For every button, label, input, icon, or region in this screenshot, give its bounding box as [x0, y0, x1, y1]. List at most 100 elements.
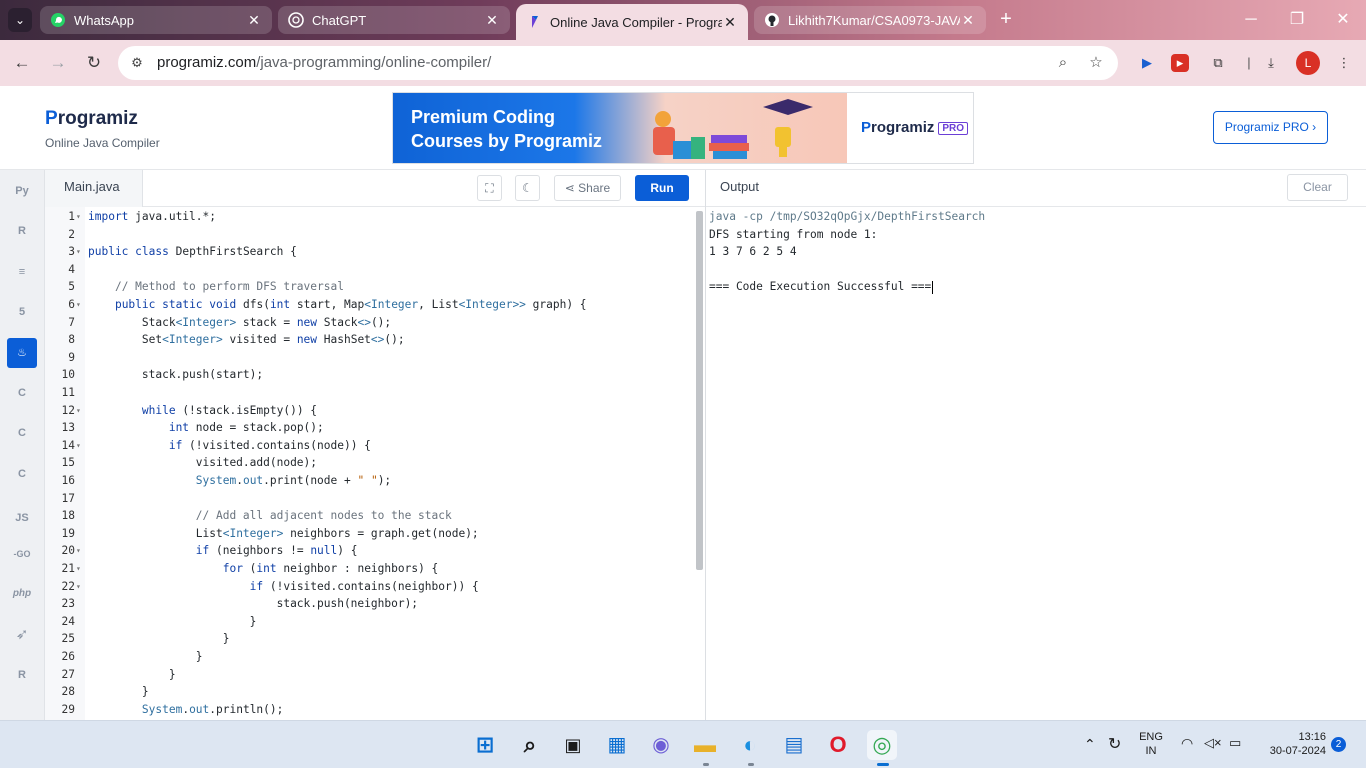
code-line[interactable]: 11 — [45, 384, 695, 402]
java-icon[interactable]: ♨ — [7, 338, 37, 368]
programiz-pro-button[interactable]: Programiz PRO › — [1213, 111, 1328, 144]
output-console[interactable]: java -cp /tmp/SO32qOpGjx/DepthFirstSearc… — [706, 207, 1366, 720]
code-line[interactable]: 25 } — [45, 630, 695, 648]
clock[interactable]: 13:16 30-07-2024 — [1256, 730, 1326, 758]
code-line[interactable]: 17 — [45, 490, 695, 508]
close-icon[interactable]: ✕ — [960, 12, 976, 29]
code-line[interactable]: 23 stack.push(neighbor); — [45, 595, 695, 613]
code-line[interactable]: 22 ▾ if (!visited.contains(neighbor)) { — [45, 578, 695, 596]
reload-icon[interactable]: ↻ — [81, 50, 107, 76]
code-line[interactable]: 28 } — [45, 683, 695, 701]
minimize-button[interactable]: ─ — [1228, 8, 1274, 32]
swift-icon[interactable]: ➶ — [7, 620, 37, 650]
c-icon[interactable]: C — [7, 378, 37, 408]
cpp-icon[interactable]: C — [7, 418, 37, 448]
search-icon[interactable]: ⌕ — [515, 730, 545, 760]
close-window-button[interactable]: ✕ — [1320, 8, 1366, 32]
share-button[interactable]: ⋖ Share — [554, 175, 621, 201]
store-icon[interactable]: ▤ — [779, 730, 809, 760]
tab-whatsapp[interactable]: WhatsApp ✕ — [40, 6, 272, 34]
code-line[interactable]: 1 ▾ import java.util.*; — [45, 208, 695, 226]
php-icon[interactable]: php — [7, 579, 37, 609]
fold-arrow-icon[interactable]: ▾ — [76, 402, 81, 420]
opera-icon[interactable]: O — [823, 730, 853, 760]
edge-icon[interactable]: ◐ — [735, 730, 765, 760]
more-menu-icon[interactable]: ⋮ — [1333, 52, 1355, 74]
url-text[interactable]: programiz.com/java-programming/online-co… — [157, 54, 491, 71]
python-icon[interactable]: Py — [7, 176, 37, 206]
sync-icon[interactable]: ↻ — [1108, 734, 1121, 754]
fold-arrow-icon[interactable]: ▾ — [76, 560, 81, 578]
code-line[interactable]: 21 ▾ for (int neighbor : neighbors) { — [45, 560, 695, 578]
tab-chatgpt[interactable]: ChatGPT ✕ — [278, 6, 510, 34]
code-line[interactable]: 20 ▾ if (neighbors != null) { — [45, 542, 695, 560]
code-line[interactable]: 27 } — [45, 666, 695, 684]
html-icon[interactable]: 5 — [7, 297, 37, 327]
zoom-icon[interactable]: ⌕ — [1053, 53, 1073, 73]
fold-arrow-icon[interactable]: ▾ — [76, 437, 81, 455]
code-line[interactable]: 24 } — [45, 613, 695, 631]
profile-avatar[interactable]: L — [1296, 51, 1320, 75]
dark-mode-icon[interactable]: ☾ — [515, 175, 540, 201]
close-icon[interactable]: ✕ — [246, 12, 262, 29]
new-tab-button[interactable]: + — [993, 8, 1019, 32]
site-info-icon[interactable]: ⚙ — [128, 54, 146, 72]
code-line[interactable]: 8 Set<Integer> visited = new HashSet<>()… — [45, 331, 695, 349]
code-line[interactable]: 16 System.out.print(node + " "); — [45, 472, 695, 490]
battery-icon[interactable]: ▭ — [1229, 735, 1241, 751]
address-bar[interactable]: ⚙ programiz.com/java-programming/online-… — [118, 46, 1118, 80]
extension-video-icon[interactable]: ▸ — [1171, 54, 1189, 72]
code-line[interactable]: 3 ▾ public class DepthFirstSearch { — [45, 243, 695, 261]
language-indicator[interactable]: ENG IN — [1136, 730, 1166, 758]
code-line[interactable]: 13 int node = stack.pop(); — [45, 419, 695, 437]
fold-arrow-icon[interactable]: ▾ — [76, 578, 81, 596]
code-line[interactable]: 12 ▾ while (!stack.isEmpty()) { — [45, 402, 695, 420]
code-line[interactable]: 6 ▾ public static void dfs(int start, Map… — [45, 296, 695, 314]
code-line[interactable]: 4 — [45, 261, 695, 279]
tray-overflow-chevron-icon[interactable]: ⌃ — [1084, 736, 1096, 753]
editor-scrollbar[interactable] — [696, 211, 703, 570]
chat-icon[interactable]: ◉ — [646, 730, 676, 760]
file-tab-main-java[interactable]: Main.java — [45, 170, 143, 207]
code-line[interactable]: 15 visited.add(node); — [45, 454, 695, 472]
js-icon[interactable]: JS — [7, 503, 37, 533]
code-line[interactable]: 26 } — [45, 648, 695, 666]
fold-arrow-icon[interactable]: ▾ — [76, 542, 81, 560]
forward-icon[interactable]: → — [45, 50, 71, 76]
restore-button[interactable]: ❐ — [1274, 8, 1320, 32]
ad-banner[interactable]: Premium Coding Courses by Programiz Prog… — [392, 92, 974, 164]
close-icon[interactable]: ✕ — [722, 14, 738, 31]
wifi-icon[interactable]: ◠ — [1181, 735, 1193, 752]
clear-button[interactable]: Clear — [1287, 174, 1348, 201]
csharp-icon[interactable]: C — [7, 459, 37, 489]
download-icon[interactable]: ⤓ — [1260, 52, 1282, 74]
code-line[interactable]: 14 ▾ if (!visited.contains(node)) { — [45, 437, 695, 455]
code-line[interactable]: 19 List<Integer> neighbors = graph.get(n… — [45, 525, 695, 543]
extensions-puzzle-icon[interactable]: ⧉ — [1207, 52, 1229, 74]
go-icon[interactable]: -GO — [7, 539, 37, 569]
run-button[interactable]: Run — [635, 175, 689, 201]
code-line[interactable]: 18 // Add all adjacent nodes to the stac… — [45, 507, 695, 525]
extension-translate-icon[interactable]: ▶ — [1136, 52, 1158, 74]
code-line[interactable]: 9 — [45, 349, 695, 367]
sql-icon[interactable]: ≡ — [7, 257, 37, 287]
code-line[interactable]: 2 — [45, 226, 695, 244]
notification-badge[interactable]: 2 — [1331, 737, 1346, 752]
fold-arrow-icon[interactable]: ▾ — [76, 296, 81, 314]
widgets-icon[interactable]: ▦ — [602, 730, 632, 760]
code-line[interactable]: 29 System.out.println(); — [45, 701, 695, 719]
volume-muted-icon[interactable]: ◁× — [1204, 735, 1222, 751]
code-line[interactable]: 5 // Method to perform DFS traversal — [45, 278, 695, 296]
file-explorer-icon[interactable]: ▬ — [690, 730, 720, 760]
close-icon[interactable]: ✕ — [484, 12, 500, 29]
back-icon[interactable]: ← — [9, 50, 35, 76]
r-icon[interactable]: R — [7, 216, 37, 246]
tab-search-chevron-icon[interactable]: ⌄ — [8, 8, 32, 32]
bookmark-star-icon[interactable]: ☆ — [1086, 53, 1106, 73]
task-view-icon[interactable]: ▣ — [558, 730, 588, 760]
code-editor[interactable]: 1 ▾ import java.util.*; 2 3 ▾ public class Dep… — [45, 207, 705, 720]
fold-arrow-icon[interactable]: ▾ — [76, 208, 81, 226]
tab-github[interactable]: Likhith7Kumar/CSA0973-JAVA ✕ — [754, 6, 986, 34]
programiz-logo[interactable]: Programiz — [45, 108, 138, 130]
fold-arrow-icon[interactable]: ▾ — [76, 243, 81, 261]
